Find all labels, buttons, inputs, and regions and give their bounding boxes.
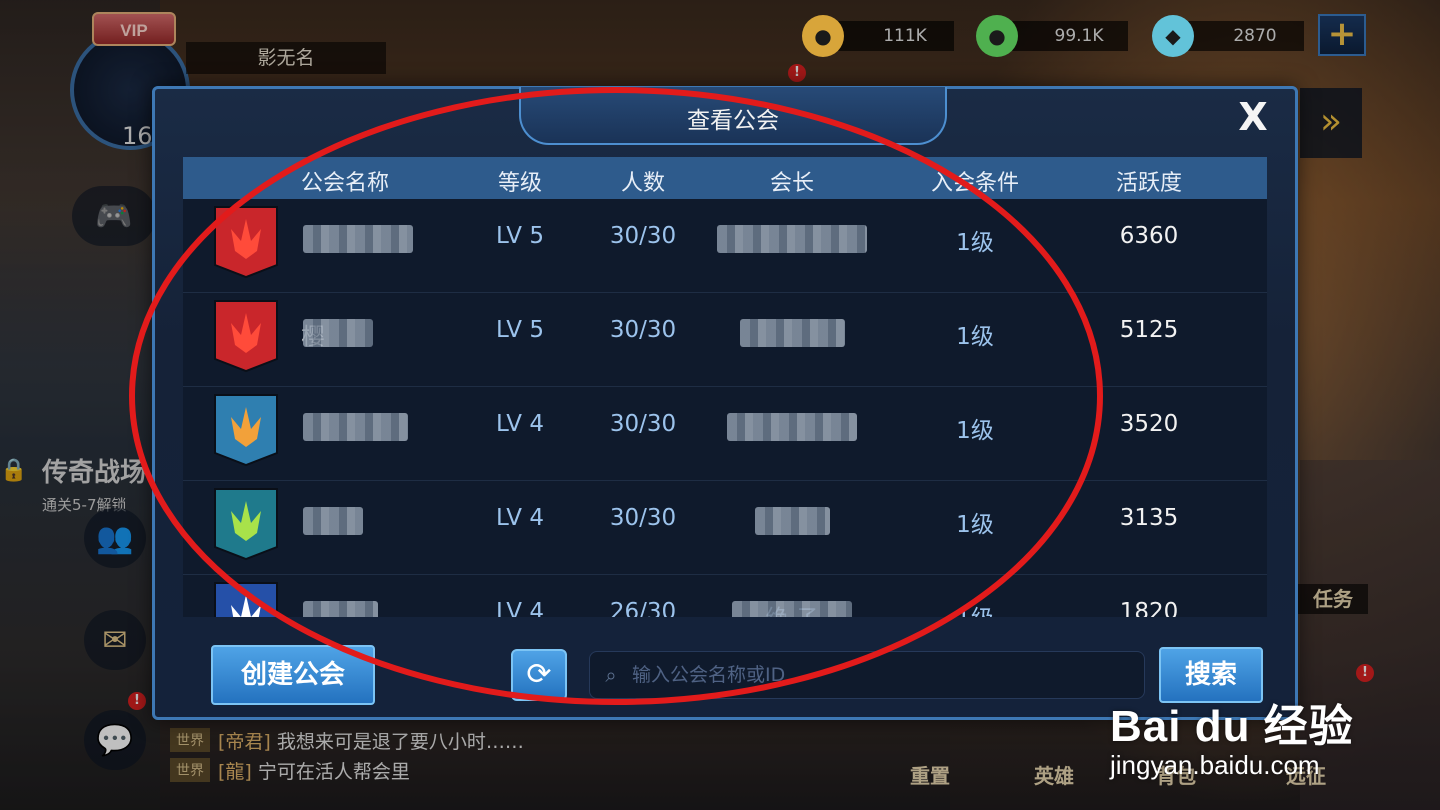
guild-leader-redaction [739,319,845,347]
guild-leader-redaction [754,507,830,535]
guild-level: LV 4 [496,599,544,617]
guild-level: LV 5 [496,223,544,249]
guild-leader-redaction [717,225,867,253]
table-row[interactable]: LV 5 30/30 1级 6360 [183,199,1267,293]
guild-level: LV 4 [496,505,544,531]
guild-emblem-icon [214,488,278,561]
refresh-icon: ⟳ [526,657,552,692]
guild-members: 30/30 [609,411,677,437]
dialog-title: 查看公会 [687,108,779,134]
guild-search-input[interactable] [632,664,1144,686]
guild-name-redaction [303,507,363,535]
guild-activity: 3520 [1119,411,1179,437]
guild-requirement: 1级 [956,324,994,350]
refresh-button[interactable]: ⟳ [511,649,567,701]
col-guild-name: 公会名称 [300,171,390,196]
guild-activity: 6360 [1119,223,1179,249]
guild-name-redaction [303,601,378,617]
guild-members: 30/30 [609,317,677,343]
guild-emblem-icon [214,582,278,617]
guild-activity: 3135 [1119,505,1179,531]
guild-activity: 1820 [1119,599,1179,617]
guild-leader-redaction [732,601,852,617]
table-row[interactable]: LV 4 30/30 1级 3520 [183,387,1267,481]
guild-activity: 5125 [1119,317,1179,343]
guild-name-redaction [303,225,413,253]
table-row[interactable]: LV 4 30/30 1级 3135 [183,481,1267,575]
search-icon: ⌕ [605,663,617,687]
table-header: 公会名称 等级 人数 会长 入会条件 活跃度 [183,157,1267,199]
guild-name-redaction [303,413,408,441]
col-leader: 会长 [769,171,815,196]
guild-members: 30/30 [609,505,677,531]
guild-members: 26/30 [609,599,677,617]
col-activity: 活跃度 [1115,171,1183,196]
col-requirement: 入会条件 [930,171,1020,196]
table-row[interactable]: 樱LV 530/301级5125 [183,293,1267,387]
green-gem-icon: ● [976,15,1018,57]
gold-coin-icon: ● [802,15,844,57]
close-button[interactable]: X [1233,97,1273,137]
guild-emblem-icon [214,394,278,467]
guild-requirement: 1级 [956,599,994,617]
guild-level: LV 4 [496,411,544,437]
guild-list-dialog: 查看公会 X 公会名称 等级 人数 会长 入会条件 活跃度 LV 5 30/30 1… [152,86,1298,720]
guild-emblem-icon [214,300,278,373]
guild-emblem-icon [214,206,278,279]
guild-requirement: 1级 [956,418,994,444]
create-guild-button[interactable]: 创建公会 [211,645,375,705]
watermark-url: jingyan.baidu.com [1110,750,1320,780]
col-level: 等级 [497,171,543,196]
guild-requirement: 1级 [956,230,994,256]
diamond-icon: ◆ [1152,15,1194,57]
col-members: 人数 [620,171,666,196]
guild-name-redaction [303,319,373,347]
guild-requirement: 1级 [956,512,994,538]
guild-members: 30/30 [609,223,677,249]
guild-table: 公会名称 等级 人数 会长 入会条件 活跃度 LV 530/301级6360樱L… [183,157,1267,617]
guild-leader-redaction [727,413,857,441]
search-box: ⌕ [589,651,1145,699]
watermark-logo: Bai du 经验 [1110,702,1354,751]
table-row[interactable]: LV 426/30绝 子1级1820 [183,575,1267,617]
baidu-watermark: Bai du 经验 jingyan.baidu.com [1110,690,1354,781]
guild-level: LV 5 [496,317,544,343]
